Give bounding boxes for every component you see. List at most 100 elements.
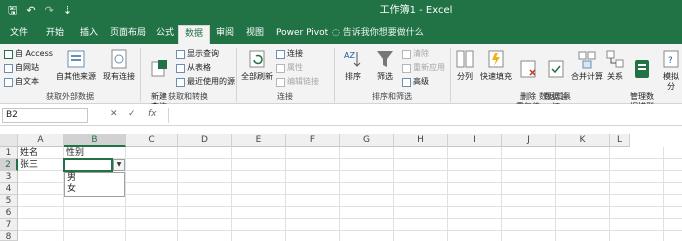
- from-table-label: 从表格: [187, 63, 211, 72]
- tab-view[interactable]: 视图: [240, 25, 270, 44]
- relationships-label: 关系: [607, 72, 623, 81]
- access-icon: [4, 49, 13, 59]
- table-icon: [176, 63, 185, 73]
- dropdown-arrow-button[interactable]: ▼: [113, 159, 125, 171]
- group-label-get-external: 获取外部数据: [46, 92, 94, 101]
- row-header-6[interactable]: 6: [0, 207, 18, 219]
- reapply-button[interactable]: 重新应用: [402, 62, 445, 74]
- sort-button[interactable]: AZ 排序: [338, 48, 368, 82]
- validation-dropdown-list: 男 女: [64, 172, 125, 197]
- worksheet-grid: A B C D E F G H I J K L 1 2 3 4 5 6 7 8 …: [0, 134, 682, 241]
- web-icon: [4, 63, 13, 73]
- filter-icon: [377, 51, 393, 67]
- tab-insert[interactable]: 插入: [74, 25, 104, 44]
- from-other-sources-label: 自其他来源: [56, 72, 96, 81]
- lightbulb-icon: ◌: [332, 28, 340, 38]
- clear-button[interactable]: 清除: [402, 48, 429, 60]
- row-header-7[interactable]: 7: [0, 219, 18, 231]
- edit-links-label: 编辑链接: [287, 77, 319, 86]
- properties-label: 属性: [287, 63, 303, 72]
- what-if-analysis-button[interactable]: ? 模拟分: [660, 48, 682, 92]
- from-access-button[interactable]: 自 Access: [4, 48, 53, 60]
- row-header-1[interactable]: 1: [0, 147, 18, 159]
- column-header-l[interactable]: L: [610, 134, 630, 147]
- from-web-button[interactable]: 自网站: [4, 62, 39, 74]
- row-header-2[interactable]: 2: [0, 159, 18, 171]
- show-queries-button[interactable]: 显示查询: [176, 48, 219, 60]
- formula-input[interactable]: [168, 108, 680, 123]
- column-header-j[interactable]: J: [502, 134, 556, 147]
- advanced-filter-icon: [402, 77, 411, 87]
- flash-fill-button[interactable]: 快速填充: [478, 48, 514, 82]
- tab-page-layout[interactable]: 页面布局: [104, 25, 152, 44]
- connections-button[interactable]: 连接: [276, 48, 303, 60]
- tab-data[interactable]: 数据: [178, 25, 211, 44]
- tab-review[interactable]: 审阅: [210, 25, 240, 44]
- row-header-8[interactable]: 8: [0, 231, 18, 241]
- from-text-button[interactable]: 自文本: [4, 76, 39, 88]
- from-other-sources-button[interactable]: 自其他来源: [52, 48, 100, 82]
- gridline: [18, 218, 682, 219]
- column-header-f[interactable]: F: [286, 134, 340, 147]
- group-label-connections: 连接: [277, 92, 293, 101]
- from-table-button[interactable]: 从表格: [176, 62, 211, 74]
- group-label-sort-filter: 排序和筛选: [372, 92, 412, 101]
- consolidate-button[interactable]: 合并计算: [570, 48, 604, 82]
- clear-label: 清除: [413, 49, 429, 58]
- select-all-corner[interactable]: [0, 134, 18, 147]
- group-label-data-tools: 数据工具: [539, 92, 571, 101]
- flash-fill-label: 快速填充: [480, 72, 512, 81]
- ribbon: 自 Access 自网站 自文本 自其他来源 现有连接 获取外部数据 新建 查询…: [0, 44, 682, 111]
- column-header-i[interactable]: I: [448, 134, 502, 147]
- data-model-icon: [635, 60, 649, 78]
- advanced-filter-button[interactable]: 高级: [402, 76, 429, 88]
- text-to-columns-button[interactable]: 分列: [452, 48, 478, 82]
- row-header-3[interactable]: 3: [0, 171, 18, 183]
- name-box[interactable]: B2: [2, 108, 88, 123]
- recent-sources-icon: [176, 77, 185, 87]
- filter-label: 筛选: [377, 72, 393, 81]
- row-header-5[interactable]: 5: [0, 195, 18, 207]
- from-text-label: 自文本: [15, 77, 39, 86]
- recent-sources-button[interactable]: 最近使用的源: [176, 76, 235, 88]
- cancel-icon[interactable]: ✕: [110, 109, 118, 119]
- column-header-d[interactable]: D: [178, 134, 232, 147]
- row-header-4[interactable]: 4: [0, 183, 18, 195]
- column-header-e[interactable]: E: [232, 134, 286, 147]
- sort-label: 排序: [345, 72, 361, 81]
- refresh-all-button[interactable]: 全部刷新: [238, 48, 276, 82]
- tab-formulas[interactable]: 公式: [150, 25, 180, 44]
- cell-a2[interactable]: 张三: [18, 159, 63, 171]
- existing-connections-button[interactable]: 现有连接: [100, 48, 138, 82]
- insert-function-icon[interactable]: fx: [148, 109, 157, 119]
- reapply-icon: [402, 63, 411, 73]
- advanced-filter-label: 高级: [413, 77, 429, 86]
- tab-file[interactable]: 文件: [4, 25, 34, 44]
- recent-sources-label: 最近使用的源: [187, 77, 235, 86]
- filter-button[interactable]: 筛选: [370, 48, 400, 82]
- column-header-c[interactable]: C: [126, 134, 178, 147]
- other-sources-icon: [67, 50, 85, 68]
- column-header-k[interactable]: K: [556, 134, 610, 147]
- group-label-get-transform: 获取和转换: [168, 92, 208, 101]
- text-to-columns-icon: [456, 50, 474, 68]
- column-header-a[interactable]: A: [18, 134, 64, 147]
- cell-a1[interactable]: 姓名: [18, 147, 63, 159]
- text-to-columns-label: 分列: [457, 72, 473, 81]
- remove-duplicates-icon: [520, 60, 536, 78]
- relationships-icon: [606, 50, 624, 68]
- active-cell-b2[interactable]: [63, 158, 113, 172]
- column-header-g[interactable]: G: [340, 134, 394, 147]
- dropdown-option-female[interactable]: 女: [65, 184, 124, 195]
- edit-links-button[interactable]: 编辑链接: [276, 76, 319, 88]
- relationships-button[interactable]: 关系: [604, 48, 626, 82]
- enter-icon[interactable]: ✓: [128, 109, 136, 119]
- properties-button[interactable]: 属性: [276, 62, 303, 74]
- edit-links-icon: [276, 77, 285, 87]
- tell-me-box[interactable]: ◌ 告诉我你想要做什么: [332, 25, 424, 42]
- column-header-b[interactable]: B: [64, 134, 126, 147]
- tab-home[interactable]: 开始: [40, 25, 70, 44]
- column-header-h[interactable]: H: [394, 134, 448, 147]
- tab-power-pivot[interactable]: Power Pivot: [270, 25, 334, 44]
- dropdown-option-male[interactable]: 男: [65, 173, 124, 184]
